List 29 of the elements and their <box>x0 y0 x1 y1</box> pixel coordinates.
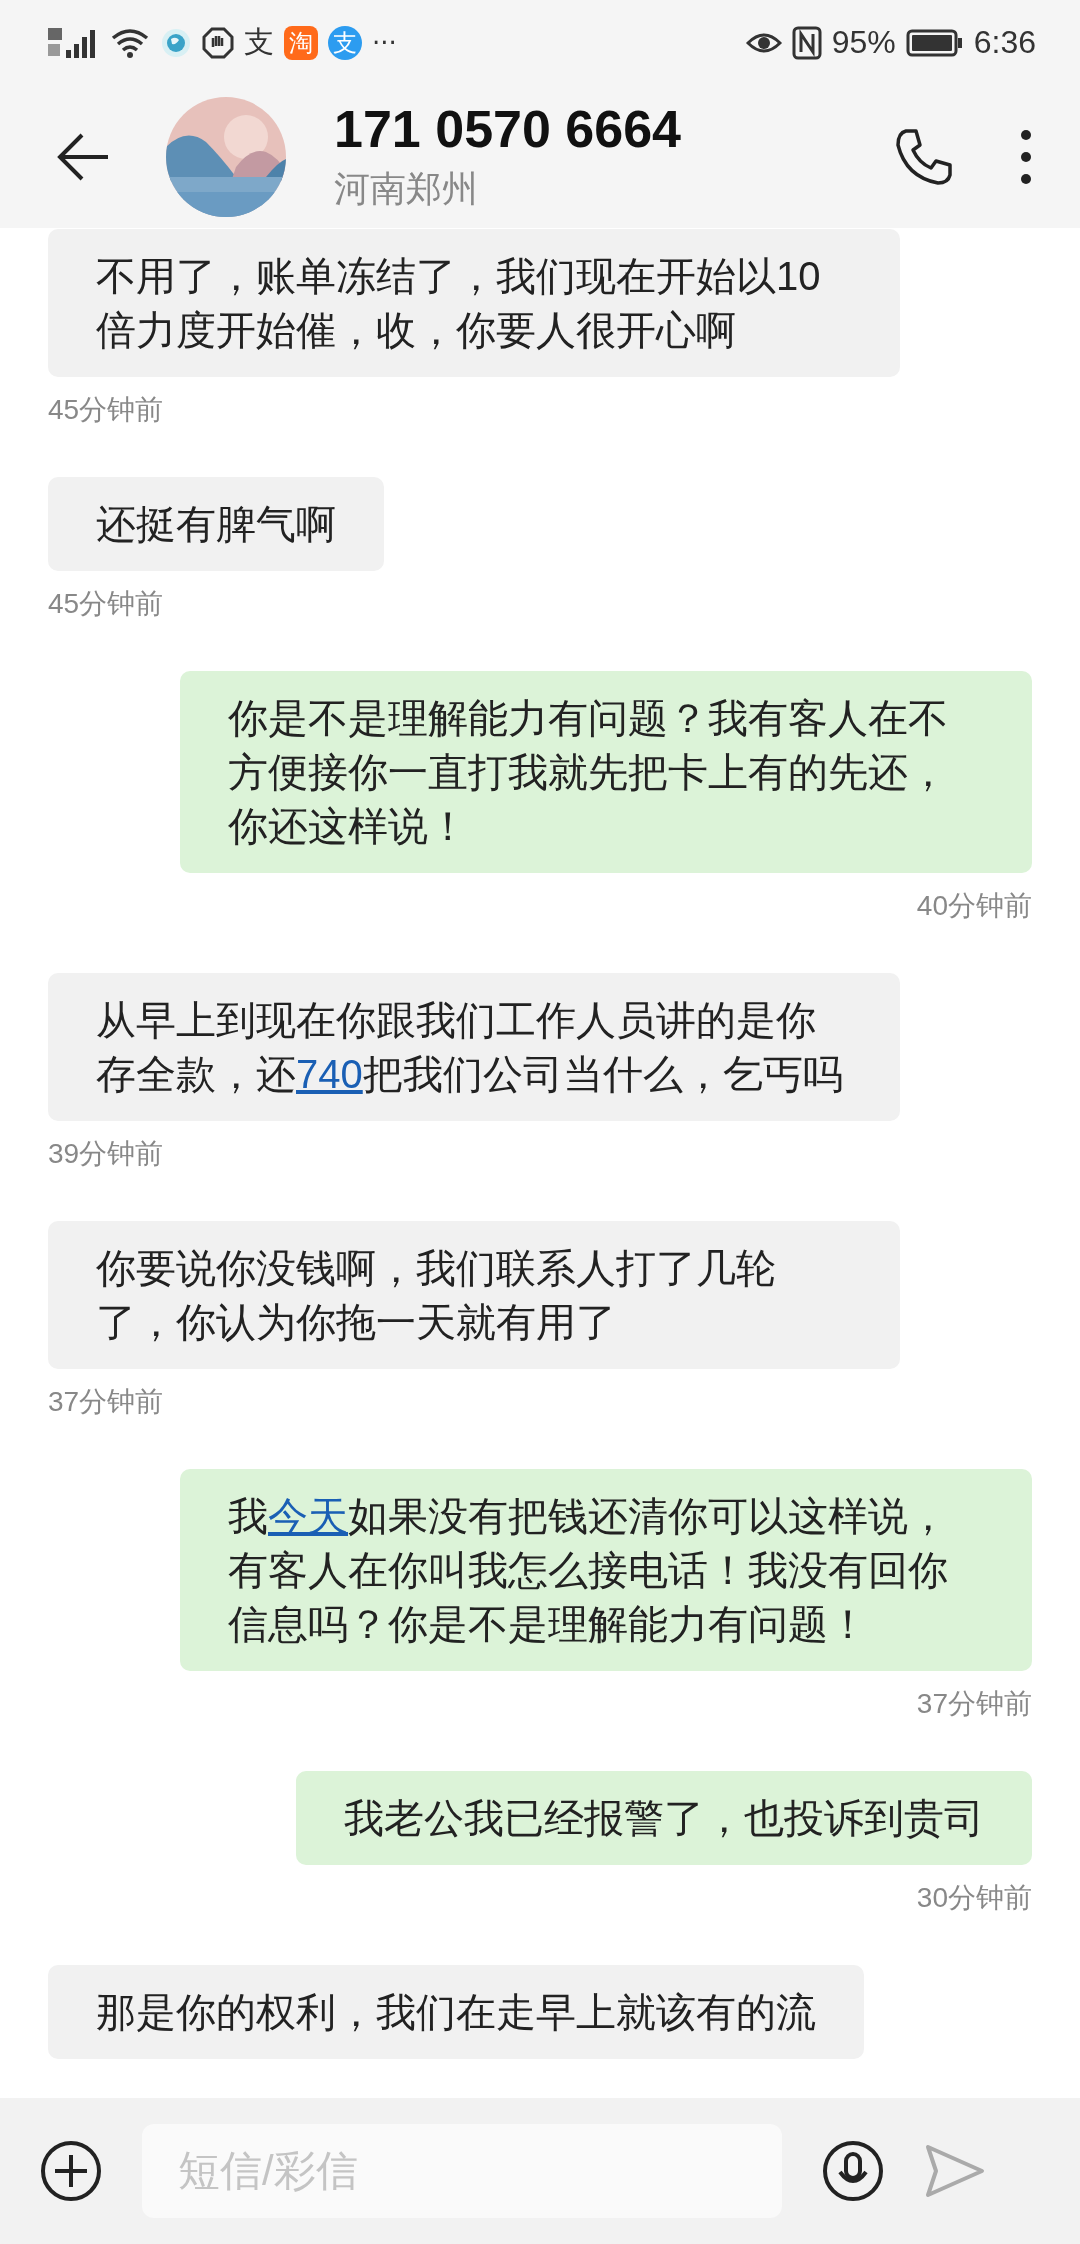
received-message: 那是你的权利，我们在走早上就该有的流 <box>48 1965 864 2059</box>
message-time: 37分钟前 <box>48 1385 164 1419</box>
battery-icon <box>905 28 964 57</box>
sent-message: 我老公我已经报警了，也投诉到贵司 <box>296 1771 1032 1865</box>
battery-percent: 95% <box>831 24 896 61</box>
received-message: 你要说你没钱啊，我们联系人打了几轮了，你认为你拖一天就有用了 <box>48 1221 900 1369</box>
link[interactable]: 今天 <box>268 1494 348 1538</box>
app-icon: 支 <box>328 25 362 60</box>
message-time: 40分钟前 <box>916 889 1032 923</box>
clock: 6:36 <box>973 24 1036 61</box>
nfc-icon <box>791 25 822 60</box>
sent-message: 你是不是理解能力有问题？我有客人在不方便接你一直打我就先把卡上有的先还，你还这样说！ <box>180 671 1032 873</box>
received-message: 从早上到现在你跟我们工作人员讲的是你存全款，还740把我们公司当什么，乞丐吗 <box>48 973 900 1121</box>
received-message: 还挺有脾气啊 <box>48 477 384 571</box>
voice-icon[interactable] <box>822 2140 884 2202</box>
message-time: 45分钟前 <box>48 587 164 621</box>
contact-location: 河南郑州 <box>334 167 479 211</box>
contact-number: 171 0570 6664 <box>334 99 682 159</box>
add-icon[interactable] <box>40 2140 102 2202</box>
app-icon: 淘 <box>284 25 318 60</box>
message-time: 30分钟前 <box>916 1881 1032 1915</box>
message-time: 45分钟前 <box>48 393 164 427</box>
more-notifications: ··· <box>372 27 397 58</box>
message-time: 39分钟前 <box>48 1137 164 1171</box>
message-time: 37分钟前 <box>916 1687 1032 1721</box>
status-glyph: 支 <box>244 23 274 61</box>
received-message: 不用了，账单冻结了，我们现在开始以10倍力度开始催，收，你要人很开心啊 <box>48 229 900 377</box>
sent-message: 我今天如果没有把钱还清你可以这样说，有客人在你叫我怎么接电话！我没有回你信息吗？你是不是理解能力有问题！ <box>180 1469 1032 1671</box>
link[interactable]: 740 <box>296 1052 363 1096</box>
